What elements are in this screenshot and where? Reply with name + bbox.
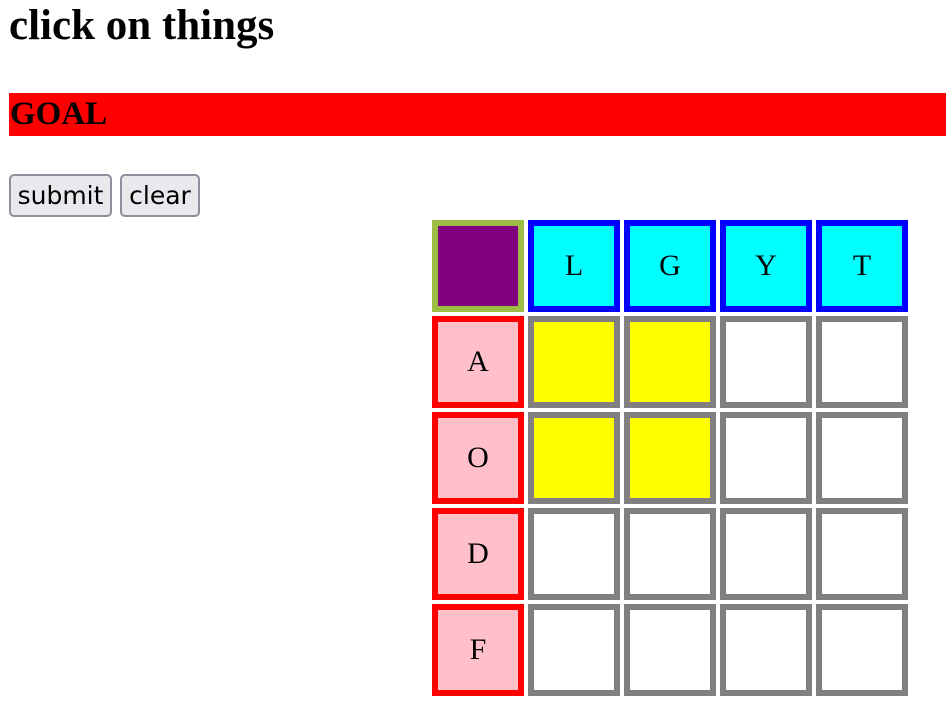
row-header-cell[interactable]: D — [432, 508, 524, 600]
submit-button[interactable]: submit — [9, 174, 112, 217]
puzzle-grid: L G Y T A O D F — [432, 220, 910, 698]
grid-cell[interactable] — [720, 508, 812, 600]
grid-cell[interactable] — [816, 508, 908, 600]
row-header-cell[interactable]: O — [432, 412, 524, 504]
grid-cell[interactable] — [720, 604, 812, 696]
row-header-cell[interactable]: F — [432, 604, 524, 696]
grid-cell[interactable] — [624, 508, 716, 600]
grid-cell[interactable] — [816, 412, 908, 504]
grid-cell[interactable] — [816, 316, 908, 408]
grid-cell[interactable] — [624, 316, 716, 408]
column-header-cell[interactable]: G — [624, 220, 716, 312]
grid-corner-cell — [432, 220, 524, 312]
grid-cell[interactable] — [528, 508, 620, 600]
column-header-cell[interactable]: L — [528, 220, 620, 312]
row-header-cell[interactable]: A — [432, 316, 524, 408]
grid-cell[interactable] — [624, 412, 716, 504]
grid-cell[interactable] — [816, 604, 908, 696]
grid-cell[interactable] — [624, 604, 716, 696]
clear-button[interactable]: clear — [120, 174, 200, 217]
column-header-cell[interactable]: Y — [720, 220, 812, 312]
grid-cell[interactable] — [528, 604, 620, 696]
grid-cell[interactable] — [528, 412, 620, 504]
grid-cell[interactable] — [528, 316, 620, 408]
grid-cell[interactable] — [720, 412, 812, 504]
page-title: click on things — [9, 2, 275, 49]
grid-cell[interactable] — [720, 316, 812, 408]
goal-banner: GOAL — [9, 93, 946, 136]
column-header-cell[interactable]: T — [816, 220, 908, 312]
